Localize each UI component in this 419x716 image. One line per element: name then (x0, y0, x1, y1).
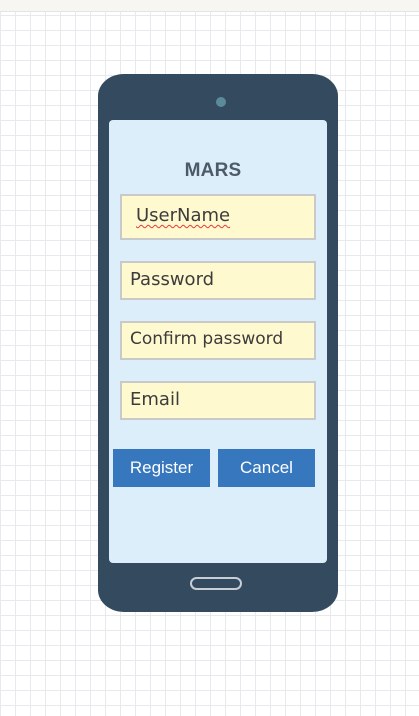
password-field[interactable]: Password (120, 261, 316, 300)
confirm-password-placeholder: Confirm password (130, 329, 284, 349)
email-placeholder: Email (130, 389, 180, 410)
camera-icon (216, 97, 226, 107)
top-toolbar-strip (0, 0, 419, 12)
confirm-password-field[interactable]: Confirm password (120, 321, 316, 360)
register-button[interactable]: Register (113, 449, 210, 487)
cancel-button[interactable]: Cancel (218, 449, 315, 487)
home-button[interactable] (190, 577, 242, 590)
app-title: MARS (184, 160, 242, 181)
username-value: UserName (136, 205, 231, 226)
username-field[interactable]: UserName (120, 194, 316, 240)
password-placeholder: Password (130, 269, 215, 290)
email-field[interactable]: Email (120, 381, 316, 420)
